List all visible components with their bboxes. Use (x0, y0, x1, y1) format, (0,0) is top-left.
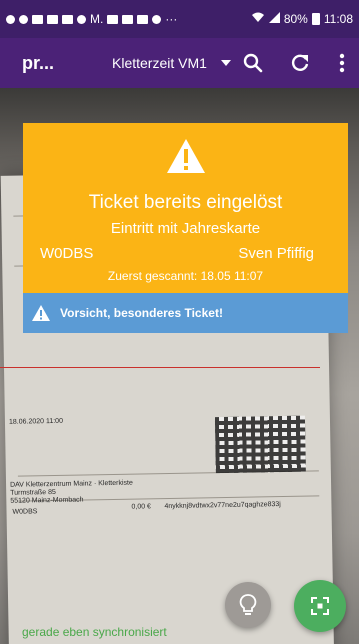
doc-hash: 4nykknj8vdtwx2v77ne2u7qaghze833j (164, 501, 281, 511)
more-notifications: ··· (165, 12, 178, 26)
signal-icon (268, 12, 280, 26)
notification-icons: M. ··· (6, 12, 177, 26)
ticket-status-card: Ticket bereits eingelöst Eintritt mit Ja… (23, 123, 348, 293)
mail-label: M. (90, 12, 104, 26)
special-ticket-warning: Vorsicht, besonderes Ticket! (23, 293, 348, 333)
scan-line (0, 367, 320, 368)
ticket-status-headline: Ticket bereits eingelöst (88, 192, 283, 213)
wifi-icon (251, 12, 265, 26)
mail-icon (47, 14, 58, 24)
app-icon (137, 14, 149, 24)
ticket-code: W0DBS (40, 245, 94, 262)
refresh-button[interactable] (287, 50, 313, 76)
sync-status: gerade eben synchronisiert (22, 625, 167, 639)
app-icon (122, 14, 134, 24)
more-vert-icon (339, 53, 345, 73)
doc-date: 18.06.2020 11:00 (8, 417, 64, 426)
doc-code: W0DBS (12, 508, 38, 516)
search-button[interactable] (240, 50, 266, 76)
scan-icon (311, 597, 329, 615)
qr-code (214, 415, 306, 474)
ticket-entry-type: Eintritt mit Jahreskarte (110, 220, 261, 237)
doc-price: 0,00 € (131, 503, 151, 511)
notification-icon (77, 14, 86, 24)
first-scanned-info: Zuerst gescannt: 18.05 11:07 (107, 269, 264, 283)
dropdown-caret-icon (220, 60, 231, 66)
event-selector[interactable]: Kletterzeit VM1 (112, 55, 231, 71)
refresh-icon (291, 54, 309, 71)
battery-percent: 80% (283, 12, 308, 26)
battery-icon (311, 13, 320, 25)
app-title[interactable]: pr... (22, 53, 82, 74)
mail-icon (32, 14, 43, 24)
search-icon (243, 53, 263, 73)
doc-venue-line3: 55120 Mainz-Mombach (10, 496, 84, 505)
ticket-holder: Sven Pfiffig (238, 245, 314, 262)
notification-icon (6, 14, 15, 24)
scan-button[interactable] (294, 580, 346, 632)
status-bar: M. ··· 80% 11:08 (0, 0, 359, 38)
app-bar: pr... Kletterzeit VM1 (0, 38, 359, 88)
system-icons: 80% 11:08 (251, 12, 353, 26)
special-ticket-text: Vorsicht, besonderes Ticket! (60, 306, 223, 320)
doc-venue-line1: DAV Kletterzentrum Mainz · Kletterkiste (10, 479, 133, 489)
overflow-menu-button[interactable] (329, 50, 355, 76)
clock: 11:08 (323, 12, 353, 26)
notification-icon (19, 14, 28, 24)
app-icon (107, 14, 119, 24)
event-name: Kletterzeit VM1 (112, 55, 207, 71)
instagram-icon (152, 14, 162, 24)
lightbulb-icon (239, 594, 257, 615)
mail-icon (62, 14, 73, 24)
warning-icon (167, 139, 205, 173)
warning-icon (32, 305, 50, 321)
flashlight-button[interactable] (225, 582, 271, 628)
